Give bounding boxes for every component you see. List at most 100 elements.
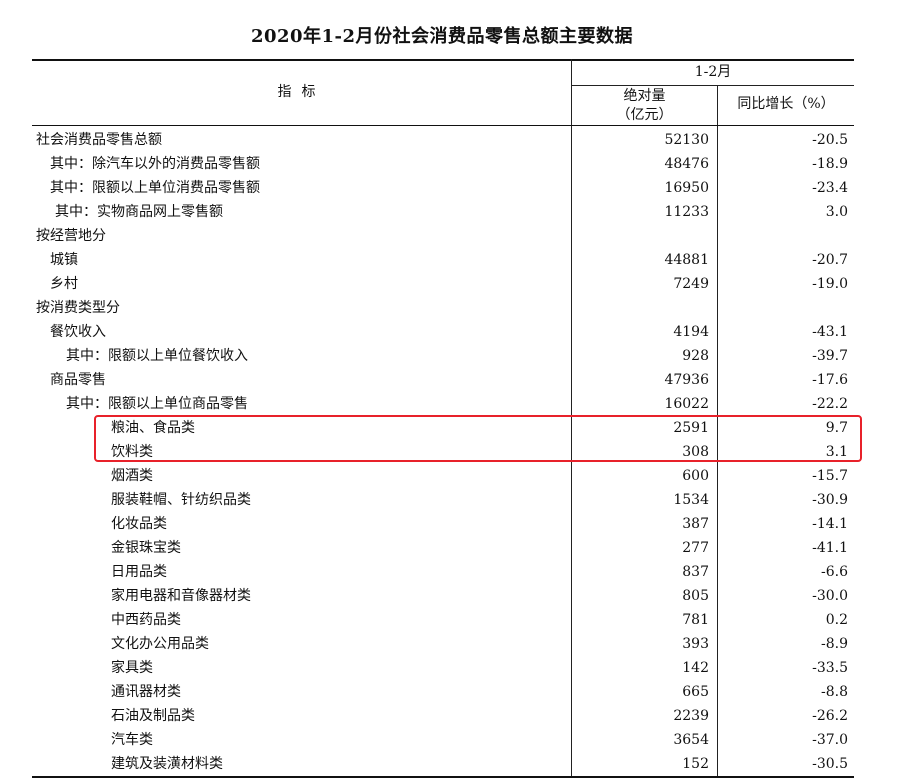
row-absolute-value: 1534	[673, 492, 709, 508]
row-yoy-value: -30.0	[812, 588, 848, 604]
row-indicator: 商品零售	[50, 372, 106, 388]
table-top-rule	[32, 59, 854, 61]
row-indicator: 石油及制品类	[111, 708, 195, 724]
row-yoy-value: -37.0	[812, 732, 848, 748]
row-absolute-value: 805	[682, 588, 709, 604]
row-indicator: 建筑及装潢材料类	[111, 756, 223, 772]
header-indicator: 指标	[277, 84, 326, 100]
row-absolute-value: 11233	[664, 204, 709, 220]
row-absolute-value: 48476	[664, 156, 709, 172]
row-yoy-value: -20.7	[812, 252, 848, 268]
row-yoy-value: -15.7	[812, 468, 848, 484]
row-yoy-value: -26.2	[812, 708, 848, 724]
table-row: 其中：实物商品网上零售额 11233 3.0	[32, 200, 854, 224]
table-row: 按消费类型分	[32, 296, 854, 320]
row-indicator: 其中：限额以上单位餐饮收入	[66, 348, 248, 364]
row-yoy-value: -14.1	[812, 516, 848, 532]
row-indicator: 通讯器材类	[111, 684, 181, 700]
table-row: 汽车类 3654 -37.0	[32, 728, 854, 752]
row-yoy-value: -20.5	[812, 132, 848, 148]
table-row: 其中：限额以上单位消费品零售额 16950 -23.4	[32, 176, 854, 200]
table-row: 其中：限额以上单位餐饮收入 928 -39.7	[32, 344, 854, 368]
row-yoy-value: -30.9	[812, 492, 848, 508]
row-absolute-value: 2239	[673, 708, 709, 724]
header-yoy: 同比增长（%）	[737, 96, 835, 112]
row-absolute-value: 52130	[664, 132, 709, 148]
table-row: 商品零售 47936 -17.6	[32, 368, 854, 392]
table-row: 家具类 142 -33.5	[32, 656, 854, 680]
row-yoy-value: 3.0	[825, 204, 848, 220]
row-absolute-value: 16022	[664, 396, 709, 412]
table-row: 金银珠宝类 277 -41.1	[32, 536, 854, 560]
row-absolute-value: 47936	[664, 372, 709, 388]
row-indicator: 城镇	[50, 252, 78, 268]
row-absolute-value: 781	[682, 612, 709, 628]
table-row: 按经营地分	[32, 224, 854, 248]
row-absolute-value: 7249	[673, 276, 709, 292]
highlight-box	[94, 415, 862, 462]
header-bottom-rule	[32, 125, 854, 126]
row-yoy-value: -18.9	[812, 156, 848, 172]
row-absolute-value: 928	[682, 348, 709, 364]
row-indicator: 服装鞋帽、针纺织品类	[111, 492, 251, 508]
row-absolute-value: 600	[682, 468, 709, 484]
table-row: 文化办公用品类 393 -8.9	[32, 632, 854, 656]
row-indicator: 中西药品类	[111, 612, 181, 628]
row-indicator: 金银珠宝类	[111, 540, 181, 556]
page-title: 2020年1-2月份社会消费品零售总额主要数据	[250, 26, 634, 47]
row-absolute-value: 3654	[673, 732, 709, 748]
row-yoy-value: -19.0	[812, 276, 848, 292]
row-indicator: 按消费类型分	[36, 300, 120, 316]
row-yoy-value: -8.9	[821, 636, 848, 652]
row-indicator: 其中：除汽车以外的消费品零售额	[50, 156, 260, 172]
row-indicator: 家具类	[111, 660, 153, 676]
row-yoy-value: -43.1	[812, 324, 848, 340]
table-row: 化妆品类 387 -14.1	[32, 512, 854, 536]
row-absolute-value: 4194	[673, 324, 709, 340]
row-indicator: 汽车类	[111, 732, 153, 748]
table-row: 社会消费品零售总额 52130 -20.5	[32, 128, 854, 152]
table-row: 通讯器材类 665 -8.8	[32, 680, 854, 704]
row-indicator: 家用电器和音像器材类	[111, 588, 251, 604]
row-absolute-value: 44881	[664, 252, 709, 268]
row-indicator: 其中：实物商品网上零售额	[55, 204, 223, 220]
table-bottom-rule	[32, 776, 854, 778]
row-absolute-value: 837	[682, 564, 709, 580]
row-yoy-value: 0.2	[825, 612, 848, 628]
table-row: 石油及制品类 2239 -26.2	[32, 704, 854, 728]
row-indicator: 烟酒类	[111, 468, 153, 484]
row-absolute-value: 387	[682, 516, 709, 532]
row-absolute-value: 665	[682, 684, 709, 700]
table-row: 烟酒类 600 -15.7	[32, 464, 854, 488]
table-row: 其中：除汽车以外的消费品零售额 48476 -18.9	[32, 152, 854, 176]
table-row: 家用电器和音像器材类 805 -30.0	[32, 584, 854, 608]
row-indicator: 其中：限额以上单位消费品零售额	[50, 180, 260, 196]
row-indicator: 乡村	[50, 276, 78, 292]
row-yoy-value: -33.5	[812, 660, 848, 676]
header-absolute-line1: 绝对量	[623, 88, 666, 104]
table-row: 建筑及装潢材料类 152 -30.5	[32, 752, 854, 776]
row-yoy-value: -22.2	[812, 396, 848, 412]
row-indicator: 餐饮收入	[50, 324, 106, 340]
header-subrule	[572, 85, 854, 86]
table-row: 乡村 7249 -19.0	[32, 272, 854, 296]
table-row: 城镇 44881 -20.7	[32, 248, 854, 272]
header-absolute-line2: （亿元）	[616, 107, 673, 123]
row-absolute-value: 16950	[664, 180, 709, 196]
row-absolute-value: 142	[682, 660, 709, 676]
header-absolute: 绝对量 （亿元）	[572, 87, 717, 125]
row-indicator: 文化办公用品类	[111, 636, 209, 652]
header-period: 1-2月	[694, 64, 732, 80]
table-row: 餐饮收入 4194 -43.1	[32, 320, 854, 344]
table-row: 其中：限额以上单位商品零售 16022 -22.2	[32, 392, 854, 416]
row-indicator: 社会消费品零售总额	[36, 132, 162, 148]
row-yoy-value: -39.7	[812, 348, 848, 364]
row-absolute-value: 277	[682, 540, 709, 556]
row-yoy-value: -6.6	[821, 564, 848, 580]
row-yoy-value: -41.1	[812, 540, 848, 556]
row-indicator: 日用品类	[111, 564, 167, 580]
row-indicator: 按经营地分	[36, 228, 106, 244]
table-row: 服装鞋帽、针纺织品类 1534 -30.9	[32, 488, 854, 512]
row-indicator: 其中：限额以上单位商品零售	[66, 396, 248, 412]
row-yoy-value: -17.6	[812, 372, 848, 388]
